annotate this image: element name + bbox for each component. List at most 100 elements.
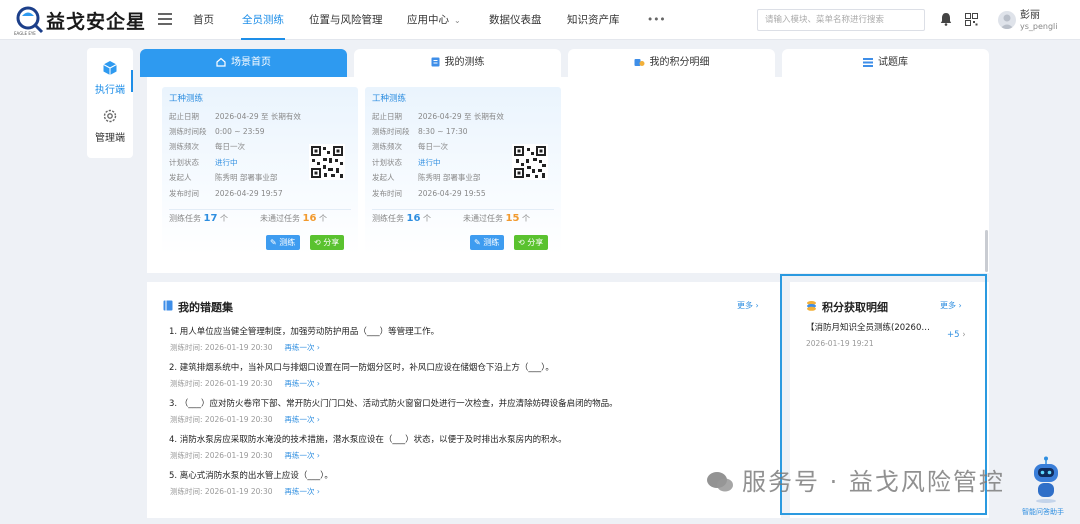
user-id: ys_pengli — [1020, 22, 1058, 31]
question-meta: 测练时间: 2026-01-19 20:30 再练一次 › — [170, 450, 320, 461]
document-icon — [431, 57, 439, 67]
nav-knowledge[interactable]: 知识资产库 — [567, 0, 620, 40]
card-row: 发起人 陈秀明 部署事业部 — [169, 172, 277, 183]
nav-app-center-label: 应用中心 — [407, 14, 449, 26]
share-button[interactable]: ⟲ 分享 — [310, 235, 345, 250]
more-link[interactable]: 更多 › — [737, 300, 759, 311]
stat-unit: 个 — [423, 214, 432, 223]
divider — [372, 209, 554, 210]
tab-question-bank[interactable]: 试题库 — [782, 49, 989, 77]
bell-icon[interactable] — [940, 12, 952, 26]
status-badge: 进行中 — [215, 158, 238, 167]
nav-more[interactable]: ••• — [647, 0, 666, 40]
row-value: 每日一次 — [418, 142, 448, 151]
row-key: 发布时间 — [169, 189, 199, 198]
nav-home[interactable]: 首页 — [193, 0, 214, 40]
share-button[interactable]: ⟲ 分享 — [514, 235, 549, 250]
tab-scene-home[interactable]: 场景首页 — [140, 49, 347, 77]
tab-my-tests[interactable]: 我的测练 — [354, 49, 561, 77]
question-meta: 测练时间: 2026-01-19 20:30 再练一次 › — [170, 378, 320, 389]
row-key: 测练时间段 — [372, 127, 410, 136]
button-label: 分享 — [323, 238, 340, 247]
time-label: 测练时间: — [170, 379, 203, 388]
panel-title: 我的错题集 — [178, 301, 233, 314]
nav-all-staff-test[interactable]: 全员测练 — [241, 0, 285, 40]
qrcode-icon[interactable] — [965, 13, 978, 26]
row-value: 陈秀明 部署事业部 — [418, 173, 481, 182]
time-value: 2026-01-19 20:30 — [204, 415, 273, 424]
nav-app-center[interactable]: 应用中心 ⌄ — [407, 0, 461, 40]
search-input[interactable]: 请输入模块、菜单名称进行搜索 — [757, 9, 925, 31]
side-switcher: 执行端 管理端 — [87, 48, 133, 158]
time-value: 2026-01-19 20:30 — [204, 451, 273, 460]
question-text: 5. 离心式消防水泵的出水管上应设（___）。 — [169, 471, 333, 481]
button-label: 测练 — [483, 238, 500, 247]
more-label: 更多 — [737, 301, 753, 310]
tab-label: 试题库 — [878, 57, 908, 68]
assistant-label[interactable]: 智能问答助手 — [1022, 507, 1064, 517]
book-icon — [163, 300, 173, 311]
retry-link[interactable]: 再练一次 › — [285, 451, 320, 460]
row-value: 2026-04-29 至 长期有效 — [215, 112, 301, 121]
cube-icon — [103, 61, 117, 75]
row-key: 发起人 — [372, 173, 395, 182]
row-key: 计划状态 — [372, 158, 402, 167]
sidebar-item-executor[interactable]: 执行端 — [87, 60, 133, 96]
card-title: 工种测练 — [169, 94, 204, 104]
top-bar: 益戈安企星 EAGLE EYE 首页 全员测练 位置与风险管理 应用中心 ⌄ 数据… — [0, 0, 1080, 40]
nav-dashboard[interactable]: 数据仪表盘 — [489, 0, 542, 40]
share-icon: ⟲ — [518, 238, 528, 247]
card-row: 测练频次 每日一次 — [169, 141, 245, 152]
wrong-questions-panel: 我的错题集 更多 › 1. 用人单位应当健全管理制度，加强劳动防护用品（___）… — [147, 282, 781, 518]
tab-my-points[interactable]: 我的积分明细 — [568, 49, 775, 77]
question-text: 4. 消防水泵房应采取防水淹没的技术措施，潜水泵应设在（___）状态，以便于及时… — [169, 435, 567, 445]
card-row: 起止日期 2026-04-29 至 长期有效 — [169, 111, 301, 122]
card-row: 测练时间段 0:00 ~ 23:59 — [169, 126, 265, 137]
stat-value: 15 — [505, 213, 520, 224]
watermark-text: 服务号 · 益戈风险管控 — [742, 468, 1005, 496]
unpassed-count: 未通过任务 15 个 — [463, 213, 530, 224]
row-value: 2026-04-29 至 长期有效 — [418, 112, 504, 121]
scrollbar[interactable] — [985, 230, 988, 272]
card-row: 计划状态 进行中 — [372, 157, 441, 168]
row-value: 陈秀明 部署事业部 — [215, 173, 278, 182]
test-button[interactable]: ✎ 测练 — [470, 235, 505, 250]
tab-label: 我的测练 — [444, 57, 485, 68]
retry-link[interactable]: 再练一次 › — [285, 379, 320, 388]
menu-toggle-icon[interactable] — [158, 13, 172, 25]
retry-link[interactable]: 再练一次 › — [285, 343, 320, 352]
gear-icon — [103, 109, 117, 123]
question-meta: 测练时间: 2026-01-19 20:30 再练一次 › — [170, 414, 320, 425]
row-key: 测练时间段 — [169, 127, 207, 136]
row-value: 2026-04-29 19:55 — [418, 189, 486, 198]
test-button[interactable]: ✎ 测练 — [266, 235, 301, 250]
card-title: 工种测练 — [372, 94, 407, 104]
stat-value: 16 — [302, 213, 317, 224]
stat-label: 测练任务 — [372, 214, 404, 223]
question-meta: 测练时间: 2026-01-19 20:30 再练一次 › — [170, 342, 320, 353]
retry-label: 再练一次 — [284, 343, 315, 352]
time-label: 测练时间: — [170, 451, 203, 460]
row-key: 测练频次 — [372, 142, 402, 151]
stat-value: 16 — [406, 213, 421, 224]
row-value: 0:00 ~ 23:59 — [215, 127, 265, 136]
retry-link[interactable]: 再练一次 › — [285, 415, 320, 424]
active-indicator — [131, 70, 133, 92]
user-name: 彭丽 — [1020, 10, 1040, 21]
chevron-right-icon: › — [755, 301, 759, 310]
avatar[interactable] — [998, 11, 1016, 29]
button-label: 测练 — [279, 238, 296, 247]
retry-label: 再练一次 — [284, 379, 315, 388]
qrcode-image[interactable] — [512, 144, 548, 180]
retry-label: 再练一次 — [284, 487, 315, 496]
qrcode-image[interactable] — [309, 144, 345, 180]
time-label: 测练时间: — [170, 343, 203, 352]
nav-location-risk[interactable]: 位置与风险管理 — [309, 0, 383, 40]
row-key: 计划状态 — [169, 158, 199, 167]
sidebar-item-manager[interactable]: 管理端 — [87, 108, 133, 144]
stat-unit: 个 — [522, 214, 531, 223]
retry-link[interactable]: 再练一次 › — [285, 487, 320, 496]
robot-assistant-icon[interactable] — [1030, 456, 1062, 504]
coins-icon — [634, 59, 644, 66]
test-card: 工种测练 起止日期 2026-04-29 至 长期有效 测练时间段 8:30 ~ 1… — [365, 87, 561, 255]
